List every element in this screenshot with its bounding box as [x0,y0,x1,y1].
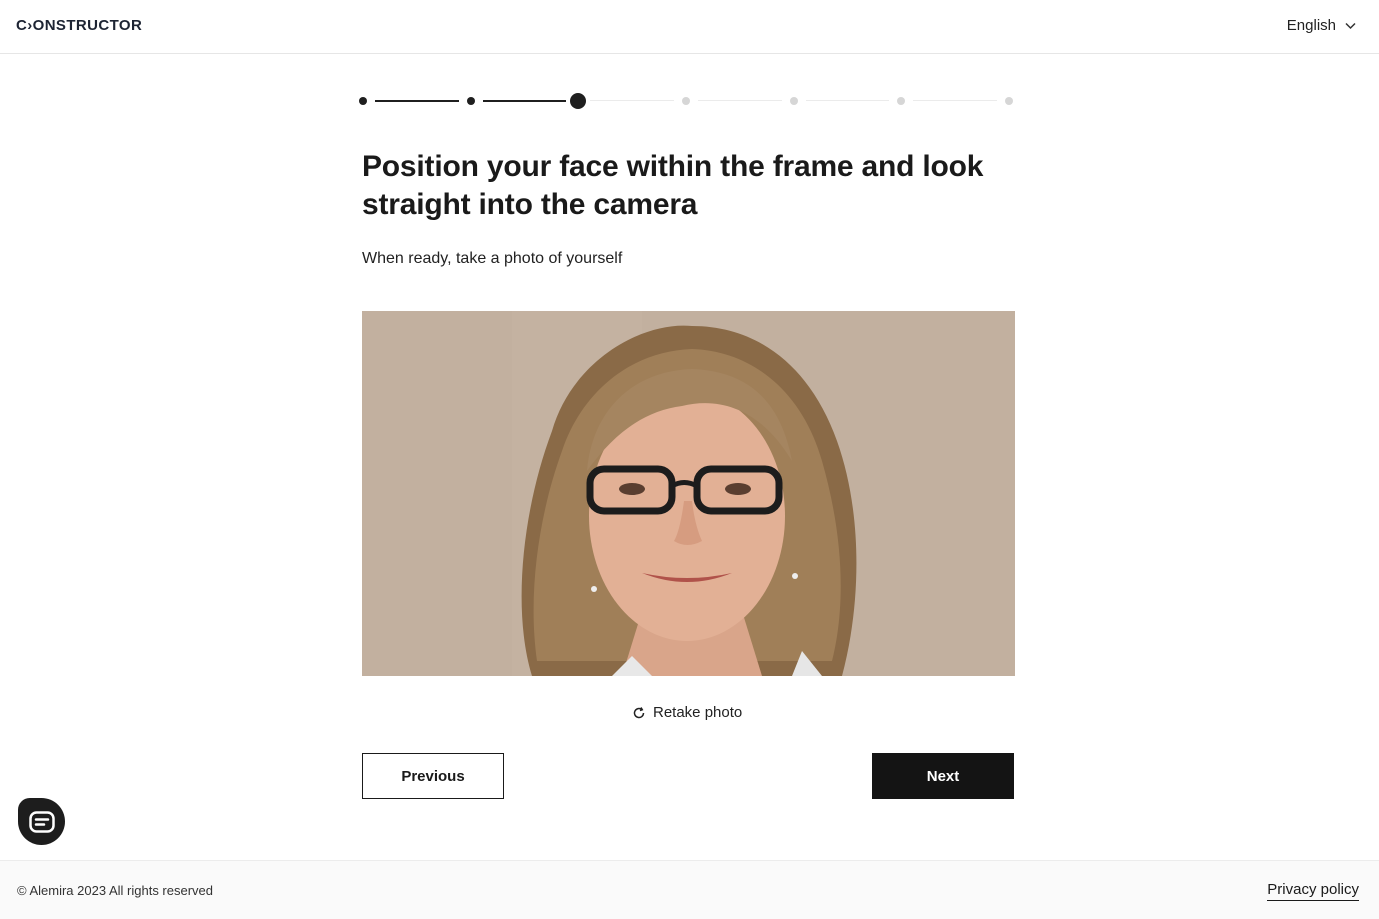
privacy-policy-link[interactable]: Privacy policy [1267,881,1359,901]
page-subtitle: When ready, take a photo of yourself [362,250,623,267]
footer: © Alemira 2023 All rights reserved Priva… [0,860,1379,919]
chat-icon [28,810,55,833]
progress-stepper [359,91,1013,111]
copyright-text: © Alemira 2023 All rights reserved [17,883,214,898]
captured-photo [362,311,1015,676]
chat-button[interactable] [18,798,65,845]
stepper-connector [590,100,674,101]
stepper-dot [897,97,906,105]
constructor-logo[interactable]: C›ONSTRUCTOR [16,17,142,34]
stepper-dot-current [570,93,587,109]
previous-button[interactable]: Previous [362,753,504,799]
chevron-down-icon [1345,22,1356,30]
retake-photo-button[interactable]: Retake photo [632,704,742,721]
stepper-connector [805,100,890,101]
header: C›ONSTRUCTOR English [0,0,1379,54]
stepper-dot [466,97,475,105]
stepper-dot [682,97,690,105]
stepper-dot [789,97,798,105]
language-label: English [1286,17,1336,34]
stepper-connector [913,100,997,101]
page-title: Position your face within the frame and … [362,150,984,221]
stepper-connector [698,100,782,101]
stepper-connector [482,100,567,102]
stepper-dot [1005,97,1013,105]
stepper-connector [375,100,459,102]
portrait-image [362,311,1015,676]
language-selector[interactable]: English [1287,17,1357,34]
next-button[interactable]: Next [872,753,1014,799]
retake-photo-label: Retake photo [653,704,743,721]
stepper-dot [359,97,367,105]
refresh-icon [633,706,645,718]
